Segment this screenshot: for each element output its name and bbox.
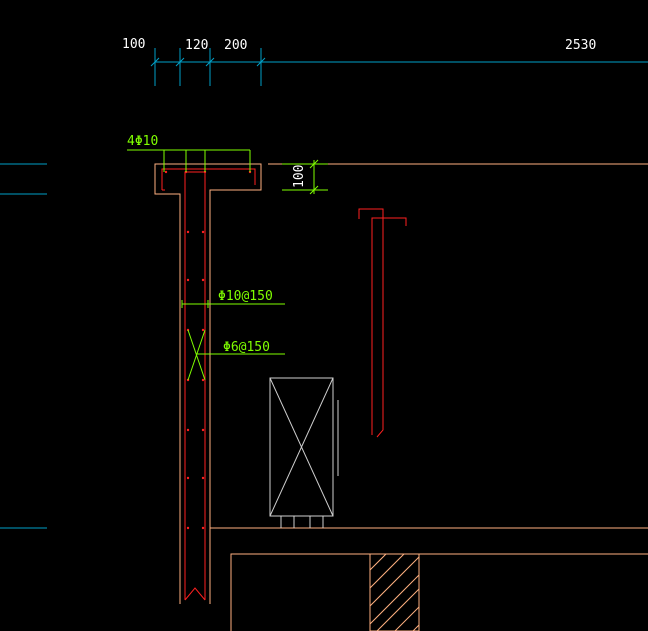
equipment-unit bbox=[269, 377, 339, 528]
dimension-chain: 100 120 200 2530 bbox=[122, 37, 648, 86]
dimension-label-d2: 120 bbox=[185, 38, 208, 53]
dimension-label-slab-thickness: 100 bbox=[292, 165, 307, 188]
cad-drawing-canvas[interactable]: 100 120 200 2530 4Φ10 100 Φ10@150 Φ6@150 bbox=[0, 0, 648, 631]
annotation-stirrup-tie: Φ6@150 bbox=[223, 340, 270, 355]
dimension-label-d4: 2530 bbox=[565, 38, 596, 53]
dimension-label-d1: 100 bbox=[122, 37, 145, 52]
concrete-outline bbox=[154, 163, 648, 631]
column-hatch bbox=[369, 553, 420, 631]
cad-drawing: 100 120 200 2530 4Φ10 100 Φ10@150 Φ6@150 bbox=[0, 37, 648, 631]
annotation-stirrup-main: Φ10@150 bbox=[218, 289, 273, 304]
annotation-top-bars: 4Φ10 bbox=[127, 134, 158, 149]
dimension-label-d3: 200 bbox=[224, 38, 247, 53]
left-edge-lines bbox=[0, 163, 47, 529]
rebar bbox=[161, 168, 407, 601]
